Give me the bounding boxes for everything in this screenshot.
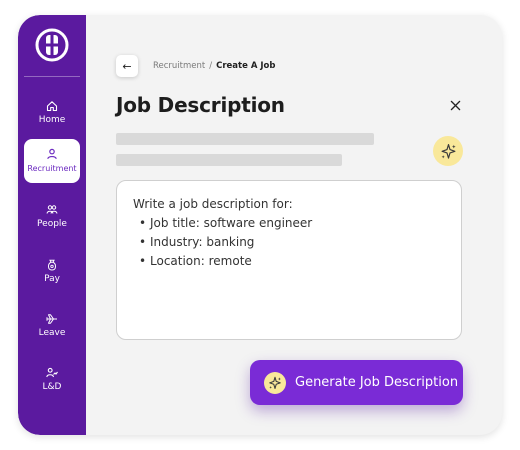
app-window: Home Recruitment People Pay Leave L&D ← … bbox=[18, 15, 502, 435]
breadcrumb-separator: / bbox=[209, 61, 213, 71]
learning-icon bbox=[46, 367, 58, 378]
back-button[interactable]: ← bbox=[116, 55, 138, 77]
sidebar-item-label: Pay bbox=[44, 274, 60, 284]
prompt-textarea[interactable]: Write a job description for: Job title: … bbox=[116, 180, 462, 340]
sidebar-item-label: Leave bbox=[38, 328, 66, 338]
sidebar-item-leave[interactable]: Leave bbox=[24, 304, 80, 348]
sidebar-item-label: Home bbox=[38, 115, 66, 125]
sidebar-item-learning[interactable]: L&D bbox=[24, 358, 80, 402]
loading-placeholder-line bbox=[116, 133, 374, 145]
sidebar-item-people[interactable]: People bbox=[24, 195, 80, 239]
sidebar: Home Recruitment People Pay Leave L&D bbox=[18, 15, 86, 435]
prompt-item-location: Location: remote bbox=[139, 252, 445, 271]
home-icon bbox=[46, 101, 58, 112]
people-icon bbox=[46, 205, 58, 214]
sparkle-badge bbox=[264, 371, 286, 394]
loading-placeholder-line bbox=[116, 154, 342, 166]
prompt-intro: Write a job description for: bbox=[133, 197, 293, 211]
sidebar-item-label: L&D bbox=[42, 382, 62, 392]
page-title: Job Description bbox=[116, 93, 285, 117]
breadcrumb-parent[interactable]: Recruitment bbox=[153, 61, 205, 71]
sidebar-divider bbox=[24, 76, 80, 77]
breadcrumb: Recruitment / Create A Job bbox=[153, 61, 275, 71]
ai-assist-button[interactable] bbox=[433, 136, 463, 166]
circle-logo-icon[interactable] bbox=[35, 28, 69, 62]
money-bag-icon bbox=[48, 259, 56, 271]
sidebar-item-pay[interactable]: Pay bbox=[24, 250, 80, 294]
generate-button-label: Generate Job Description bbox=[295, 375, 459, 390]
sparkle-icon bbox=[269, 376, 281, 389]
airplane-icon bbox=[46, 314, 57, 324]
sidebar-item-home[interactable]: Home bbox=[24, 91, 80, 135]
breadcrumb-current: Create A Job bbox=[216, 61, 276, 71]
prompt-item-job-title: Job title: software engineer bbox=[139, 214, 445, 233]
back-arrow-icon: ← bbox=[122, 59, 132, 73]
close-button[interactable] bbox=[446, 96, 464, 114]
sidebar-item-recruitment[interactable]: Recruitment bbox=[24, 139, 80, 183]
prompt-list: Job title: software engineer Industry: b… bbox=[133, 214, 445, 271]
person-icon bbox=[47, 148, 57, 160]
generate-job-description-button[interactable]: Generate Job Description bbox=[250, 360, 463, 405]
close-icon bbox=[450, 100, 460, 110]
sidebar-item-label: People bbox=[37, 219, 67, 229]
prompt-item-industry: Industry: banking bbox=[139, 233, 445, 252]
sidebar-item-label: Recruitment bbox=[27, 164, 77, 173]
sparkle-icon bbox=[441, 143, 456, 159]
